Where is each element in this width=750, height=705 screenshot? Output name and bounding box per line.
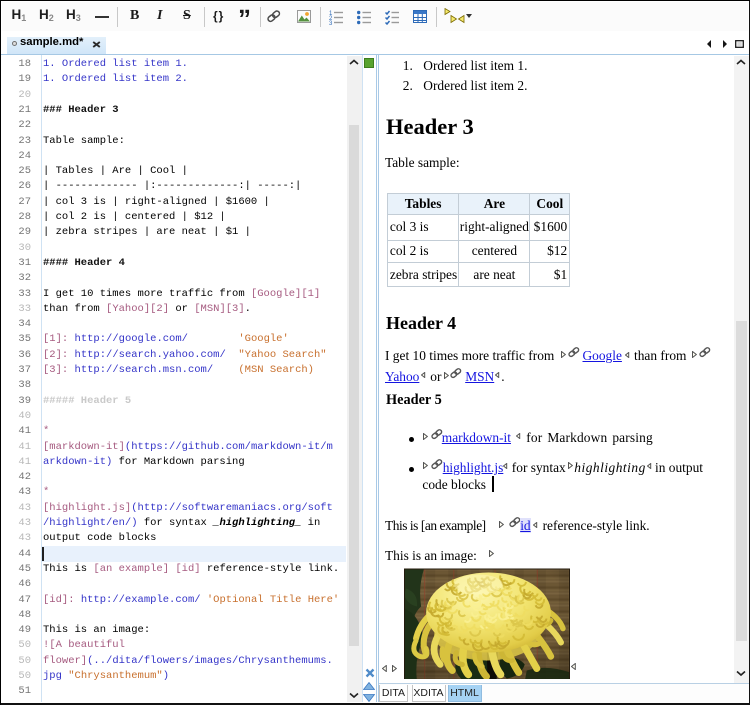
svg-text:3: 3 [329, 21, 333, 25]
